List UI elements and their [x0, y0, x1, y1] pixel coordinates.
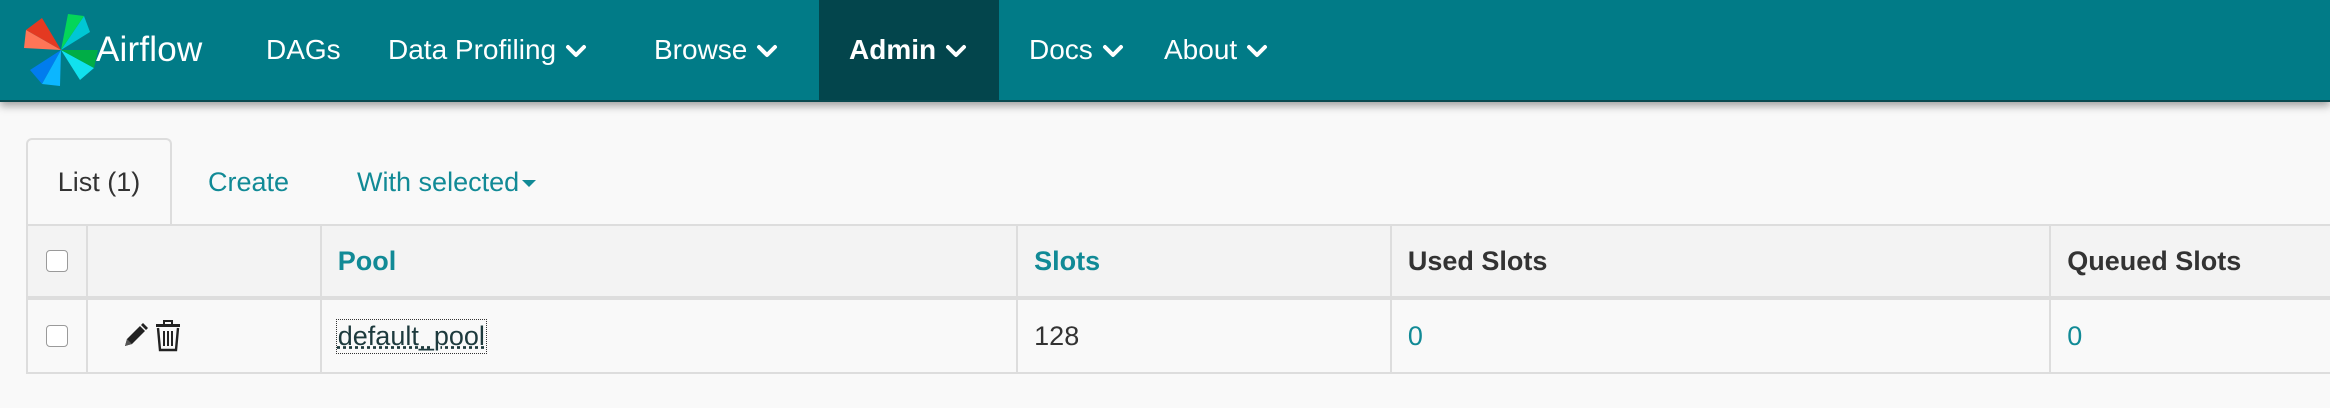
- actions-header: [88, 226, 322, 300]
- column-header-queued-slots: Queued Slots: [2051, 226, 2330, 300]
- column-header-pool[interactable]: Pool: [322, 226, 1018, 300]
- nav-docs[interactable]: Docs: [999, 0, 1164, 100]
- caret-down-icon: [522, 180, 536, 187]
- pool-name-cell: default_pool: [322, 300, 1018, 374]
- used-slots-cell: 0: [1392, 300, 2051, 374]
- row-select-cell: [28, 300, 88, 374]
- with-selected-label: With selected: [357, 167, 519, 198]
- select-all-checkbox[interactable]: [46, 250, 68, 272]
- nav-about-label: About: [1164, 34, 1237, 66]
- column-header-slots[interactable]: Slots: [1018, 226, 1392, 300]
- nav-browse[interactable]: Browse: [654, 0, 819, 100]
- chevron-down-icon: [1246, 44, 1268, 58]
- table-row: default_pool 128 0 0: [28, 300, 2330, 374]
- slots-value: 128: [1034, 321, 1079, 352]
- pools-table: Pool Slots Used Slots Queued Slots defau…: [26, 224, 2330, 374]
- column-header-pool-label: Pool: [338, 246, 397, 277]
- column-header-slots-label: Slots: [1034, 246, 1100, 277]
- nav-dags-label: DAGs: [266, 34, 341, 66]
- table-header-row: Pool Slots Used Slots Queued Slots: [28, 226, 2330, 300]
- pencil-icon[interactable]: [120, 321, 150, 351]
- queued-slots-link[interactable]: 0: [2067, 321, 2082, 352]
- chevron-down-icon: [756, 44, 778, 58]
- slots-cell: 128: [1018, 300, 1392, 374]
- tab-create-label: Create: [208, 167, 289, 198]
- brand-link[interactable]: Airflow: [0, 0, 244, 100]
- column-header-queued-slots-label: Queued Slots: [2067, 246, 2241, 277]
- nav-dags[interactable]: DAGs: [244, 0, 388, 100]
- nav-data-profiling-label: Data Profiling: [388, 34, 556, 66]
- column-header-used-slots: Used Slots: [1392, 226, 2051, 300]
- top-navbar: Airflow DAGs Data Profiling Browse Admin…: [0, 0, 2330, 102]
- row-actions: [88, 300, 322, 374]
- nav-browse-label: Browse: [654, 34, 747, 66]
- tab-list-label: List (1): [58, 167, 141, 198]
- chevron-down-icon: [565, 44, 587, 58]
- airflow-pinwheel-logo: [24, 14, 98, 86]
- queued-slots-cell: 0: [2051, 300, 2330, 374]
- row-checkbox[interactable]: [46, 325, 68, 347]
- select-all-cell: [28, 226, 88, 300]
- brand-name: Airflow: [96, 30, 202, 70]
- used-slots-link[interactable]: 0: [1408, 321, 1423, 352]
- chevron-down-icon: [945, 44, 967, 58]
- nav-admin[interactable]: Admin: [819, 0, 999, 100]
- nav-admin-label: Admin: [849, 34, 936, 66]
- chevron-down-icon: [1102, 44, 1124, 58]
- tab-create[interactable]: Create: [208, 140, 289, 224]
- nav-data-profiling[interactable]: Data Profiling: [388, 0, 654, 100]
- view-tabs: List (1) Create With selected: [26, 140, 536, 224]
- column-header-used-slots-label: Used Slots: [1408, 246, 1548, 277]
- pool-name-link[interactable]: default_pool: [338, 321, 485, 352]
- nav-docs-label: Docs: [1029, 34, 1093, 66]
- nav-about[interactable]: About: [1164, 0, 1304, 100]
- with-selected-dropdown[interactable]: With selected: [357, 140, 536, 224]
- tab-list[interactable]: List (1): [26, 138, 172, 224]
- trash-icon[interactable]: [154, 320, 182, 352]
